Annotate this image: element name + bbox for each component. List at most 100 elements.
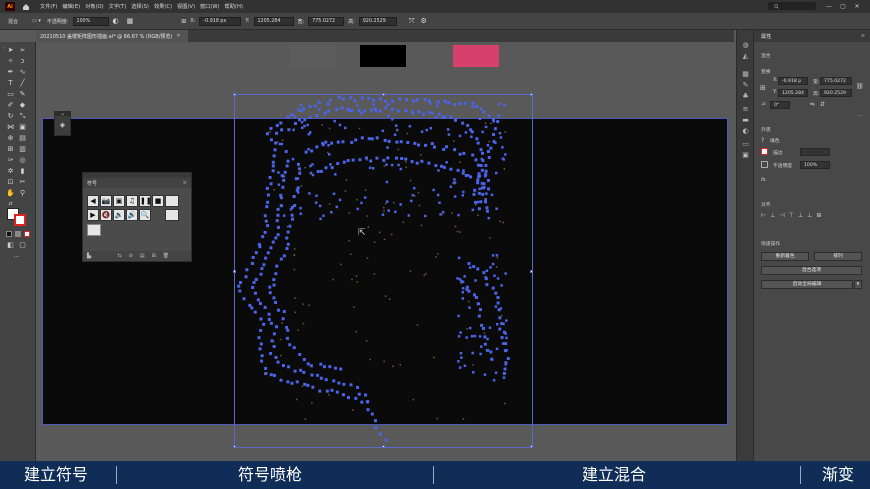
- minimize-button[interactable]: —: [822, 3, 836, 10]
- color-panel-icon[interactable]: ◍: [740, 41, 751, 50]
- handle-middle-left[interactable]: [233, 270, 236, 273]
- delete-symbol-button[interactable]: 🗑: [163, 253, 169, 259]
- brushes-panel-icon[interactable]: ✎: [740, 81, 751, 90]
- close-button[interactable]: ✕: [850, 3, 864, 10]
- hand-tool-icon[interactable]: ✋: [6, 189, 15, 197]
- type-tool-icon[interactable]: T: [6, 79, 15, 87]
- color-guide-icon[interactable]: ◭: [740, 52, 751, 61]
- maximize-button[interactable]: ▢: [836, 3, 850, 10]
- draw-mode-icon[interactable]: ◧: [6, 241, 15, 249]
- column-graph-tool-icon[interactable]: ▮: [18, 167, 27, 175]
- slice-tool-icon[interactable]: ✂: [18, 178, 27, 186]
- eyedropper-tool-icon[interactable]: ✑: [6, 156, 15, 164]
- scale-tool-icon[interactable]: ⤡: [18, 112, 27, 120]
- symbol-pause[interactable]: ❚❚: [139, 195, 152, 207]
- symbol-film[interactable]: ▣: [113, 195, 125, 207]
- swatches-panel-icon[interactable]: ▦: [740, 70, 751, 79]
- stroke-color-swatch[interactable]: [14, 214, 26, 226]
- curvature-tool-icon[interactable]: ∿: [18, 68, 27, 76]
- opacity-field[interactable]: 100%: [800, 161, 830, 169]
- search-input[interactable]: [768, 2, 816, 10]
- opacity-icon[interactable]: [761, 161, 768, 168]
- rotate-tool-icon[interactable]: ↻: [6, 112, 15, 120]
- gradient-mode-button[interactable]: [15, 231, 21, 237]
- width-field[interactable]: 775.0272: [308, 16, 345, 26]
- more-transform-icon[interactable]: ···: [858, 114, 863, 119]
- stroke-swatch[interactable]: ▭ ▾: [32, 18, 41, 24]
- free-transform-tool-icon[interactable]: ▣: [18, 123, 27, 131]
- menu-edit[interactable]: 编辑(E): [62, 3, 80, 10]
- global-edit-dropdown[interactable]: ▾: [854, 280, 862, 289]
- menu-file[interactable]: 文件(F): [40, 3, 57, 10]
- graphic-styles-icon[interactable]: ▣: [740, 151, 751, 160]
- screen-mode-icon[interactable]: ▢: [18, 241, 27, 249]
- menu-help[interactable]: 帮助(H): [225, 3, 243, 10]
- place-symbol-button[interactable]: ⇆: [117, 253, 121, 259]
- height-field[interactable]: 920.2529: [820, 89, 852, 97]
- transparency-panel-icon[interactable]: ◐: [740, 127, 751, 136]
- angle-field[interactable]: 0°: [770, 101, 790, 109]
- x-field[interactable]: -0.918 px: [199, 16, 242, 26]
- home-icon[interactable]: [21, 2, 30, 11]
- handle-top-right[interactable]: [530, 93, 533, 96]
- none-mode-button[interactable]: [24, 231, 30, 237]
- artboard-tool-icon[interactable]: ⊡: [6, 178, 15, 186]
- symbol-search[interactable]: 🔍: [139, 209, 151, 221]
- properties-menu-icon[interactable]: ≡: [861, 33, 865, 39]
- symbols-panel-icon[interactable]: ♣: [740, 92, 751, 101]
- symbol-camera[interactable]: 📷: [100, 195, 112, 207]
- menu-select[interactable]: 选择(S): [131, 3, 149, 10]
- effects-button[interactable]: fx.: [761, 178, 767, 183]
- reference-point-icon[interactable]: ⊞: [760, 84, 766, 92]
- symbol-blank-2[interactable]: [165, 209, 179, 221]
- global-edit-button[interactable]: 启动全局编辑: [761, 280, 853, 289]
- magic-wand-tool-icon[interactable]: ✧: [6, 57, 15, 65]
- symbols-panel-title[interactable]: 符号: [87, 180, 97, 187]
- flip-horizontal-icon[interactable]: ⇋: [810, 101, 815, 108]
- shaper-tool-icon[interactable]: ✐: [6, 101, 15, 109]
- properties-tab[interactable]: 属性: [761, 33, 771, 40]
- transform-icon[interactable]: ⤧: [409, 17, 415, 26]
- layers-icon[interactable]: ◈: [59, 121, 67, 129]
- blend-tool-icon[interactable]: ◎: [18, 156, 27, 164]
- menu-type[interactable]: 文字(T): [109, 3, 127, 10]
- break-link-button[interactable]: ⊘: [129, 253, 133, 259]
- blend-options-button[interactable]: 混合选项: [761, 266, 862, 275]
- handle-middle-right[interactable]: [530, 270, 533, 273]
- flip-vertical-icon[interactable]: ⇵: [820, 101, 825, 108]
- handle-bottom-center[interactable]: [382, 445, 385, 448]
- shape-builder-tool-icon[interactable]: ⊕: [6, 134, 15, 142]
- symbol-volume-high[interactable]: 🔊: [126, 209, 138, 221]
- gradient-tool-icon[interactable]: ▥: [18, 145, 27, 153]
- direct-selection-tool-icon[interactable]: ➢: [18, 46, 27, 54]
- y-field[interactable]: 1205.284: [253, 16, 294, 26]
- symbol-rewind[interactable]: ◀: [87, 195, 99, 207]
- constrain-proportions-icon[interactable]: ⛓: [856, 83, 864, 90]
- symbol-stop[interactable]: ■: [152, 195, 164, 207]
- rectangle-tool-icon[interactable]: ▭: [6, 90, 15, 98]
- symbol-options-button[interactable]: ▤: [140, 253, 145, 259]
- symbol-mute[interactable]: 🔇: [100, 209, 112, 221]
- opacity-field[interactable]: 100%: [72, 16, 109, 26]
- width-field[interactable]: 775.0272: [820, 77, 852, 85]
- handle-bottom-left[interactable]: [233, 445, 236, 448]
- symbol-blank-1[interactable]: [165, 195, 179, 207]
- y-field[interactable]: 1205.284: [778, 89, 808, 97]
- swap-fill-stroke-icon[interactable]: ⇄: [6, 200, 15, 208]
- symbol-sprayer-tool-icon[interactable]: ✲: [6, 167, 15, 175]
- stroke-weight-field[interactable]: [800, 148, 830, 156]
- appearance-panel-icon[interactable]: ▭: [740, 140, 751, 149]
- height-field[interactable]: 920.2529: [358, 16, 397, 26]
- color-mode-button[interactable]: [6, 231, 12, 237]
- handle-bottom-right[interactable]: [530, 445, 533, 448]
- align-buttons-row[interactable]: ⊢⊥⊣⊤⊥⊥⊞: [761, 212, 825, 219]
- arrange-button[interactable]: 排列: [814, 252, 862, 261]
- gradient-panel-icon[interactable]: ▬: [740, 116, 751, 125]
- reference-point-icon[interactable]: ⊞: [181, 18, 186, 25]
- symbol-music[interactable]: ♫: [126, 195, 138, 207]
- recolor-button[interactable]: 重新着色: [761, 252, 809, 261]
- menu-object[interactable]: 对象(O): [85, 3, 104, 10]
- panel-grip[interactable]: ◂◂: [55, 112, 70, 116]
- width-tool-icon[interactable]: ⋈: [6, 123, 15, 131]
- perspective-grid-tool-icon[interactable]: ▤: [18, 134, 27, 142]
